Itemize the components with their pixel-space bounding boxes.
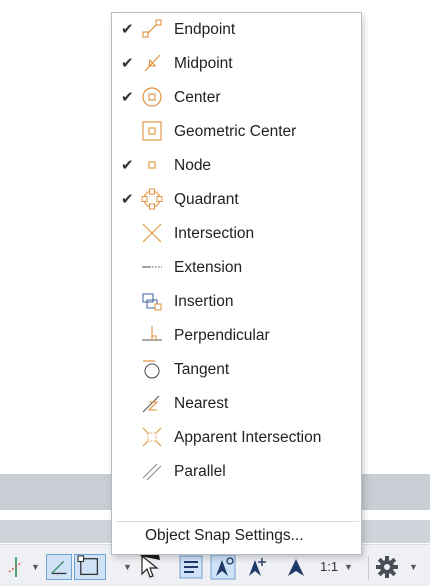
object-snap-icon[interactable] xyxy=(74,554,106,580)
menu-item-label: Node xyxy=(174,157,212,174)
workspace-dropdown-caret[interactable]: ▼ xyxy=(409,562,418,572)
menu-item-intersection[interactable]: Intersection xyxy=(112,217,361,251)
polar-tracking-icon[interactable] xyxy=(4,554,28,580)
center-snap-icon xyxy=(142,87,162,107)
menu-item-tangent[interactable]: Tangent xyxy=(112,353,361,387)
check-icon: ✔ xyxy=(121,21,134,38)
check-icon: ✔ xyxy=(121,157,134,174)
quadrant-snap-icon xyxy=(141,188,163,210)
node-snap-icon xyxy=(148,161,156,169)
menu-item-label: Center xyxy=(174,89,221,106)
nearest-snap-icon xyxy=(142,395,160,413)
menu-separator xyxy=(116,521,359,522)
endpoint-snap-icon xyxy=(142,19,162,38)
menu-item-perpendicular[interactable]: Perpendicular xyxy=(112,319,361,353)
menu-item-midpoint[interactable]: ✔ Midpoint xyxy=(112,47,361,81)
annotation-visibility-icon[interactable] xyxy=(210,554,236,580)
insertion-snap-icon xyxy=(142,293,162,311)
menu-item-extension[interactable]: Extension xyxy=(112,251,361,285)
menu-item-label: Tangent xyxy=(174,361,230,378)
menu-item-label: Intersection xyxy=(174,225,255,242)
tangent-snap-icon xyxy=(143,360,160,379)
lineweight-icon[interactable] xyxy=(178,554,204,580)
menu-item-label: Extension xyxy=(174,259,243,276)
menu-item-node[interactable]: ✔ Node xyxy=(112,149,361,183)
menu-item-label: Nearest xyxy=(174,395,229,412)
annotation-scale-value[interactable]: 1:1 xyxy=(320,559,338,574)
menu-item-quadrant[interactable]: ✔ Quadrant xyxy=(112,183,361,217)
check-icon: ✔ xyxy=(121,89,134,106)
menu-item-label: Endpoint xyxy=(174,21,236,38)
object-snap-menu: ✔ Endpoint ✔ Midpoint ✔ Center Geometric… xyxy=(111,12,362,555)
menu-item-label: Insertion xyxy=(174,293,234,310)
menu-item-insertion[interactable]: Insertion xyxy=(112,285,361,319)
check-icon: ✔ xyxy=(121,191,134,208)
menu-item-geometric-center[interactable]: Geometric Center xyxy=(112,115,361,149)
intersection-snap-icon xyxy=(142,223,162,243)
menu-item-nearest[interactable]: Nearest xyxy=(112,387,361,421)
menu-item-endpoint[interactable]: ✔ Endpoint xyxy=(112,13,361,47)
geometric-center-snap-icon xyxy=(142,121,162,141)
midpoint-snap-icon xyxy=(144,54,161,72)
menu-item-label: Geometric Center xyxy=(174,123,297,140)
parallel-snap-icon xyxy=(142,463,162,481)
isometric-drafting-icon[interactable] xyxy=(46,554,72,580)
perpendicular-snap-icon xyxy=(142,326,162,341)
auto-scale-icon[interactable] xyxy=(244,554,270,580)
annotation-scale-icon[interactable] xyxy=(284,554,310,580)
status-bar-divider xyxy=(368,556,369,580)
menu-item-label: Parallel xyxy=(174,463,226,480)
menu-item-label: Midpoint xyxy=(174,55,233,72)
menu-item-center[interactable]: ✔ Center xyxy=(112,81,361,115)
extension-snap-icon xyxy=(142,266,162,268)
menu-item-label: Perpendicular xyxy=(174,327,270,344)
check-icon: ✔ xyxy=(121,55,134,72)
menu-item-label: Apparent Intersection xyxy=(174,429,322,446)
object-snap-settings-button[interactable]: Object Snap Settings... xyxy=(145,527,304,545)
menu-item-label: Quadrant xyxy=(174,191,239,208)
menu-item-parallel[interactable]: Parallel xyxy=(112,455,361,489)
menu-item-apparent-intersection[interactable]: Apparent Intersection xyxy=(112,421,361,455)
annotation-scale-dropdown-caret[interactable]: ▼ xyxy=(344,562,353,572)
polar-tracking-dropdown-caret[interactable]: ▼ xyxy=(31,562,40,572)
apparent-intersection-snap-icon xyxy=(142,427,162,447)
gear-icon[interactable] xyxy=(374,554,400,580)
